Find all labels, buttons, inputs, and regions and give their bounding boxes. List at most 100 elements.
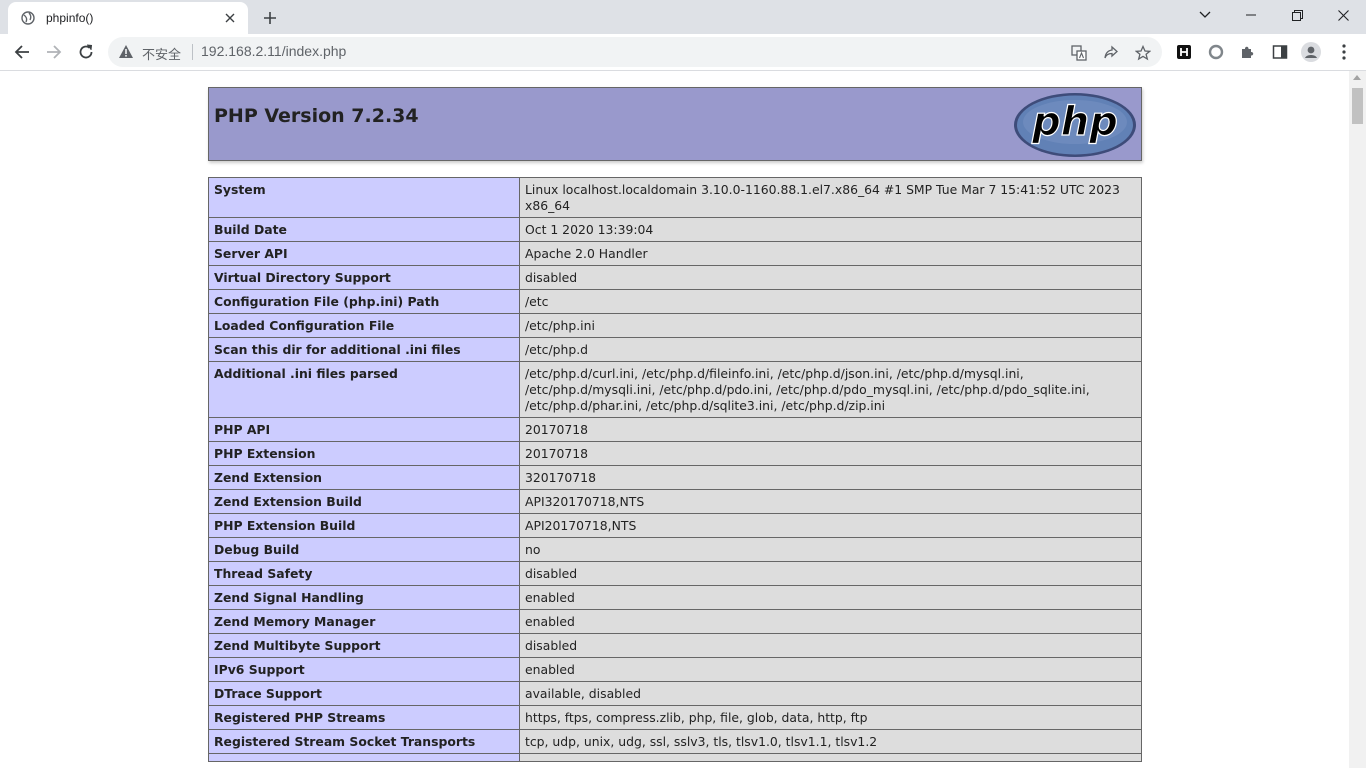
row-value: /etc bbox=[519, 289, 1142, 314]
table-row: Zend Multibyte Support disabled bbox=[208, 633, 1142, 658]
row-value: /etc/php.d/curl.ini, /etc/php.d/fileinfo… bbox=[519, 361, 1142, 418]
globe-icon bbox=[20, 10, 36, 26]
row-value: https, ftps, compress.zlib, php, file, g… bbox=[519, 705, 1142, 730]
php-logo[interactable]: php bbox=[1013, 92, 1137, 162]
table-row: Scan this dir for additional .ini files /… bbox=[208, 337, 1142, 362]
row-label: Zend Signal Handling bbox=[208, 585, 520, 610]
row-label: System bbox=[208, 177, 520, 218]
row-label: IPv6 Support bbox=[208, 657, 520, 682]
row-label: PHP Extension bbox=[208, 441, 520, 466]
security-label[interactable]: 不安全 bbox=[142, 44, 181, 63]
row-value: /etc/php.d bbox=[519, 337, 1142, 362]
address-separator bbox=[192, 44, 193, 60]
row-label: Zend Multibyte Support bbox=[208, 633, 520, 658]
new-tab-button[interactable] bbox=[258, 6, 282, 30]
table-row: PHP API 20170718 bbox=[208, 417, 1142, 442]
row-value: Oct 1 2020 13:39:04 bbox=[519, 217, 1142, 242]
row-label: Server API bbox=[208, 241, 520, 266]
php-info-table: System Linux localhost.localdomain 3.10.0… bbox=[208, 177, 1142, 762]
page-title: PHP Version 7.2.34 bbox=[214, 105, 419, 127]
row-value: disabled bbox=[519, 561, 1142, 586]
table-row: PHP Extension 20170718 bbox=[208, 441, 1142, 466]
share-icon[interactable] bbox=[1102, 44, 1120, 62]
forward-icon[interactable] bbox=[40, 38, 68, 66]
table-row: Zend Memory Manager enabled bbox=[208, 609, 1142, 634]
row-value: 320170718 bbox=[519, 465, 1142, 490]
table-row: Virtual Directory Support disabled bbox=[208, 265, 1142, 290]
table-row: System Linux localhost.localdomain 3.10.0… bbox=[208, 177, 1142, 218]
php-logo-text: php bbox=[1031, 99, 1118, 145]
row-label: Debug Build bbox=[208, 537, 520, 562]
row-label: Scan this dir for additional .ini files bbox=[208, 337, 520, 362]
table-row: IPv6 Support enabled bbox=[208, 657, 1142, 682]
row-value: API20170718,NTS bbox=[519, 513, 1142, 538]
table-row: Zend Signal Handling enabled bbox=[208, 585, 1142, 610]
scroll-up-arrow-icon[interactable] bbox=[1353, 75, 1361, 80]
tab-title: phpinfo() bbox=[46, 11, 94, 25]
table-row: Registered Stream Socket Transports tcp, … bbox=[208, 729, 1142, 754]
table-row: Debug Build no bbox=[208, 537, 1142, 562]
row-label: Thread Safety bbox=[208, 561, 520, 586]
php-version-header: PHP Version 7.2.34 php bbox=[208, 87, 1142, 161]
table-row: Thread Safety disabled bbox=[208, 561, 1142, 586]
row-value: disabled bbox=[519, 265, 1142, 290]
table-row: Additional .ini files parsed/etc/php.d/c… bbox=[208, 361, 1142, 418]
row-value: API320170718,NTS bbox=[519, 489, 1142, 514]
tab-search-chevron-icon[interactable] bbox=[1182, 0, 1228, 30]
row-label: Zend Memory Manager bbox=[208, 609, 520, 634]
row-value: 20170718 bbox=[519, 441, 1142, 466]
row-label: Registered PHP Streams bbox=[208, 705, 520, 730]
back-icon[interactable] bbox=[8, 38, 36, 66]
row-label: PHP Extension Build bbox=[208, 513, 520, 538]
row-value bbox=[519, 753, 1142, 762]
row-label: Build Date bbox=[208, 217, 520, 242]
warning-icon[interactable] bbox=[118, 44, 134, 60]
menu-kebab-icon[interactable] bbox=[1334, 42, 1354, 62]
table-row: Build Date Oct 1 2020 13:39:04 bbox=[208, 217, 1142, 242]
close-window-icon[interactable] bbox=[1320, 0, 1366, 30]
minimize-icon[interactable] bbox=[1228, 0, 1274, 30]
url-text[interactable]: 192.168.2.11/index.php bbox=[201, 43, 346, 59]
profile-avatar-icon[interactable] bbox=[1301, 42, 1321, 62]
table-row: Loaded Configuration File/etc/php.ini bbox=[208, 313, 1142, 338]
row-value: 20170718 bbox=[519, 417, 1142, 442]
tab-phpinfo[interactable]: phpinfo() bbox=[8, 2, 248, 34]
row-label bbox=[208, 753, 520, 762]
table-row: Zend Extension 320170718 bbox=[208, 465, 1142, 490]
row-label: Loaded Configuration File bbox=[208, 313, 520, 338]
table-row: Registered PHP Streams https, ftps, compr… bbox=[208, 705, 1142, 730]
row-value: /etc/php.ini bbox=[519, 313, 1142, 338]
row-value: no bbox=[519, 537, 1142, 562]
row-label: Additional .ini files parsed bbox=[208, 361, 520, 418]
row-value: enabled bbox=[519, 609, 1142, 634]
extension-h-icon[interactable] bbox=[1174, 42, 1194, 62]
extensions-puzzle-icon[interactable] bbox=[1238, 42, 1258, 62]
reload-icon[interactable] bbox=[72, 38, 100, 66]
page-viewport: PHP Version 7.2.34 php System Linux local… bbox=[0, 71, 1349, 768]
row-value: Linux localhost.localdomain 3.10.0-1160.… bbox=[519, 177, 1142, 218]
row-label: PHP API bbox=[208, 417, 520, 442]
row-label: Virtual Directory Support bbox=[208, 265, 520, 290]
row-value: enabled bbox=[519, 585, 1142, 610]
row-label: Zend Extension Build bbox=[208, 489, 520, 514]
tab-strip: phpinfo() bbox=[0, 0, 1366, 34]
vertical-scrollbar[interactable] bbox=[1349, 71, 1366, 768]
row-value: disabled bbox=[519, 633, 1142, 658]
table-row: DTrace Support available, disabled bbox=[208, 681, 1142, 706]
table-row: Zend Extension Build API320170718,NTS bbox=[208, 489, 1142, 514]
table-row: PHP Extension Build API20170718,NTS bbox=[208, 513, 1142, 538]
table-row: Server API Apache 2.0 Handler bbox=[208, 241, 1142, 266]
address-bar[interactable]: 不安全 192.168.2.11/index.php bbox=[108, 37, 1162, 67]
table-row: Configuration File (php.ini) Path/etc bbox=[208, 289, 1142, 314]
translate-icon[interactable] bbox=[1070, 44, 1088, 62]
restore-icon[interactable] bbox=[1274, 0, 1320, 30]
row-value: tcp, udp, unix, udg, ssl, sslv3, tls, tl… bbox=[519, 729, 1142, 754]
scrollbar-thumb[interactable] bbox=[1352, 88, 1363, 124]
php-logo-icon: php bbox=[1014, 93, 1136, 157]
side-panel-icon[interactable] bbox=[1270, 42, 1290, 62]
row-label: Registered Stream Socket Transports bbox=[208, 729, 520, 754]
row-label: Zend Extension bbox=[208, 465, 520, 490]
extension-circle-icon[interactable] bbox=[1206, 42, 1226, 62]
tab-close-icon[interactable] bbox=[222, 10, 238, 26]
bookmark-star-icon[interactable] bbox=[1134, 44, 1152, 62]
